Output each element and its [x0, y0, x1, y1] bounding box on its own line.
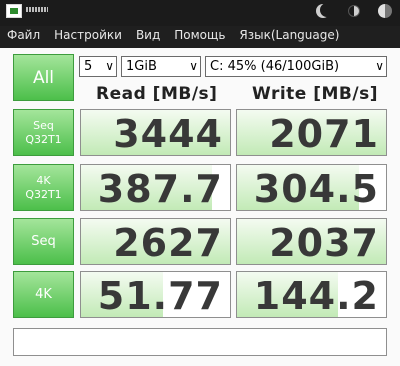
seq-q32t1-button[interactable]: Seq Q32T1 [13, 109, 74, 156]
seq-read-result: 2627 [80, 218, 231, 265]
chevron-down-icon: ∨ [375, 59, 384, 73]
row-label-line2: Q32T1 [25, 187, 62, 201]
result-value: 144.2 [253, 274, 379, 318]
menu-help[interactable]: Помощь [167, 26, 232, 46]
test-count-select[interactable]: 5 ∨ [79, 56, 117, 77]
row-label-line1: Seq [31, 233, 56, 249]
result-value: 2071 [269, 112, 379, 156]
comment-field[interactable] [13, 328, 387, 356]
chevron-down-icon: ∨ [105, 59, 114, 73]
row-label-line1: 4K [36, 173, 51, 187]
read-column-header: Read [MB/s] [96, 84, 218, 104]
write-column-header: Write [MB/s] [252, 84, 378, 104]
menu-language[interactable]: Язык(Language) [232, 26, 346, 46]
moon-icon[interactable] [316, 4, 330, 18]
title-buttons [316, 4, 392, 18]
run-all-button[interactable]: All [13, 54, 74, 101]
seq-q32t1-read-result: 3444 [80, 109, 231, 156]
result-value: 2037 [269, 221, 379, 265]
menu-file[interactable]: Файл [0, 26, 47, 46]
row-label-line1: Seq [33, 118, 54, 132]
result-value: 304.5 [253, 167, 379, 211]
menu-view[interactable]: Вид [129, 26, 167, 46]
4k-button[interactable]: 4K [13, 271, 74, 318]
contrast-icon[interactable] [378, 4, 392, 18]
4k-write-result: 144.2 [236, 271, 387, 318]
4k-q32t1-button[interactable]: 4K Q32T1 [13, 164, 74, 211]
chevron-down-icon: ∨ [189, 59, 198, 73]
result-value: 2627 [113, 221, 223, 265]
main-panel: All 5 ∨ 1GiB ∨ C: 45% (46/100GiB) ∨ Read… [0, 48, 400, 366]
seq-q32t1-write-result: 2071 [236, 109, 387, 156]
app-icon [6, 4, 22, 18]
4k-q32t1-write-result: 304.5 [236, 164, 387, 211]
test-size-select[interactable]: 1GiB ∨ [121, 56, 201, 77]
title-bar [0, 0, 400, 26]
menu-settings[interactable]: Настройки [47, 26, 129, 46]
4k-read-result: 51.77 [80, 271, 231, 318]
drive-select[interactable]: C: 45% (46/100GiB) ∨ [205, 56, 387, 77]
test-count-value: 5 [84, 59, 93, 74]
4k-q32t1-read-result: 387.7 [80, 164, 231, 211]
result-value: 3444 [113, 112, 223, 156]
row-label-line2: Q32T1 [25, 132, 62, 146]
row-label-line1: 4K [35, 286, 52, 302]
half-circle-icon[interactable] [348, 5, 360, 17]
window-title [26, 7, 48, 12]
drive-value: C: 45% (46/100GiB) [210, 59, 340, 74]
test-size-value: 1GiB [126, 59, 157, 74]
result-value: 51.77 [97, 274, 223, 318]
seq-button[interactable]: Seq [13, 218, 74, 265]
seq-write-result: 2037 [236, 218, 387, 265]
menu-bar: Файл Настройки Вид Помощь Язык(Language) [0, 26, 400, 46]
result-value: 387.7 [97, 167, 223, 211]
